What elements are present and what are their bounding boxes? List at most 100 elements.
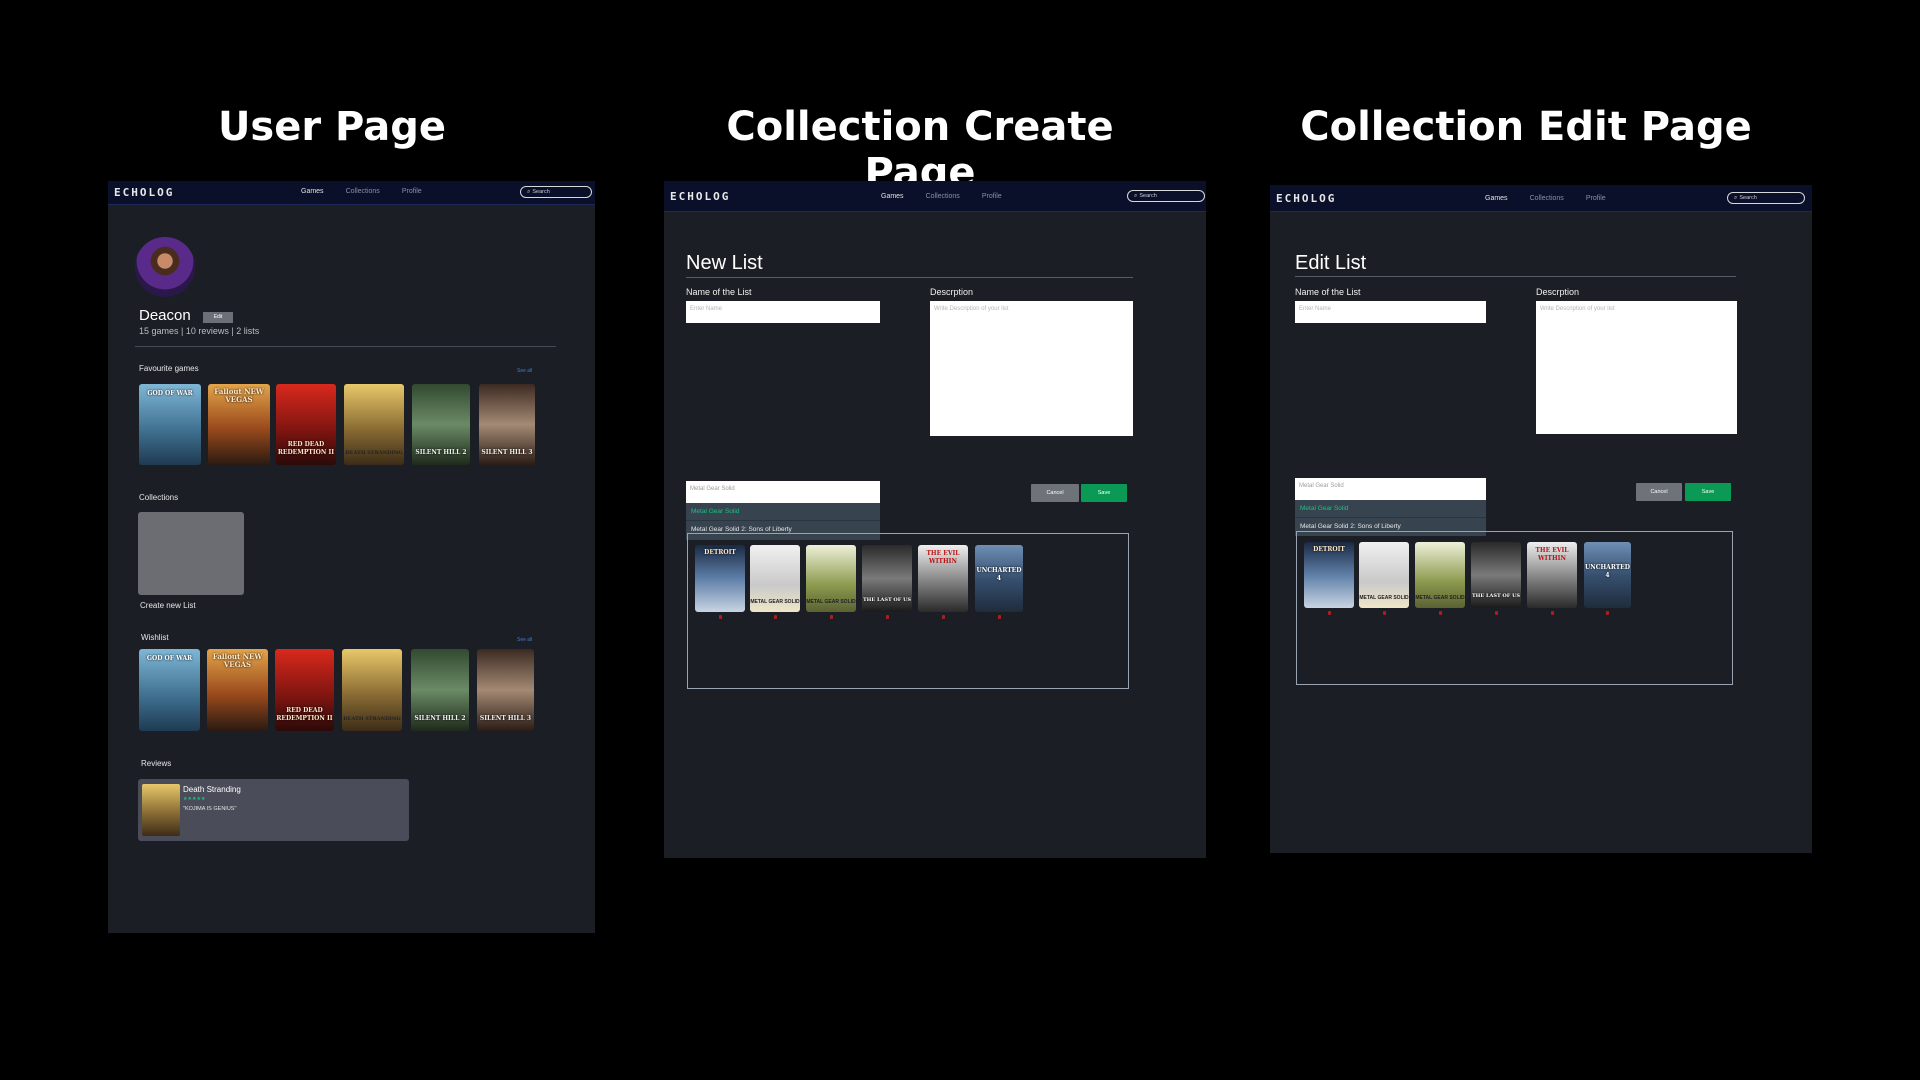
remove-detroit-icon[interactable] xyxy=(719,615,722,619)
list-cover-the-last-of-us[interactable]: THE LAST OF US xyxy=(1471,542,1521,608)
create-new-list-tile[interactable] xyxy=(138,512,244,595)
search-icon: ⌕ xyxy=(527,189,531,195)
description-textarea[interactable]: Write Description of your list xyxy=(930,301,1133,436)
navbar: ECHOLOG Games Collections Profile ⌕ Searc… xyxy=(1270,185,1812,212)
echolog-logo[interactable]: ECHOLOG xyxy=(1276,192,1336,205)
description-textarea[interactable]: Write Description of your list xyxy=(1536,301,1737,434)
list-cover-metal-gear-solid[interactable]: METAL GEAR SOLID xyxy=(750,545,800,612)
navbar: ECHOLOG Games Collections Profile ⌕ Searc… xyxy=(108,181,595,205)
wish-cover-god-of-war[interactable]: GOD OF WAR xyxy=(139,649,200,731)
game-search-input[interactable]: Metal Gear Solid xyxy=(686,481,880,503)
review-rating: ★★★★★ xyxy=(183,796,206,802)
save-button[interactable]: Save xyxy=(1685,483,1731,501)
collection-edit-heading: Collection Edit Page xyxy=(1300,104,1752,150)
list-cover-the-evil-within[interactable]: THE EVIL WITHIN xyxy=(918,545,968,612)
list-cover-detroit[interactable]: DETROIT xyxy=(1304,542,1354,608)
search-input[interactable]: ⌕ Search xyxy=(1127,190,1205,202)
fav-cover-red-dead-redemption-2[interactable]: RED DEAD REDEMPTION II xyxy=(276,384,336,465)
remove-uncharted-icon[interactable] xyxy=(1606,611,1609,615)
nav-profile[interactable]: Profile xyxy=(402,188,422,195)
remove-uncharted-icon[interactable] xyxy=(998,615,1001,619)
search-icon: ⌕ xyxy=(1734,195,1738,201)
description-label: Descrption xyxy=(930,287,974,297)
list-cover-detroit[interactable]: DETROIT xyxy=(695,545,745,612)
list-cover-metal-gear-solid[interactable]: METAL GEAR SOLID xyxy=(1359,542,1409,608)
wish-cover-death-stranding[interactable]: DEATH STRANDING xyxy=(342,649,402,731)
favourites-see-all-link[interactable]: See all xyxy=(517,368,532,374)
create-new-list-label[interactable]: Create new List xyxy=(140,601,196,610)
list-cover-uncharted-4[interactable]: UNCHARTED 4 xyxy=(1584,542,1631,608)
fav-cover-fallout-new-vegas[interactable]: Fallout NEW VEGAS xyxy=(208,384,270,465)
wish-cover-silent-hill-3[interactable]: SILENT HILL 3 xyxy=(477,649,534,731)
remove-mgs3-icon[interactable] xyxy=(1439,611,1442,615)
nav-collections[interactable]: Collections xyxy=(926,193,960,200)
fav-cover-silent-hill-2[interactable]: SILENT HILL 2 xyxy=(412,384,470,465)
name-label: Name of the List xyxy=(1295,287,1361,297)
remove-mgs-icon[interactable] xyxy=(774,615,777,619)
remove-tlou-icon[interactable] xyxy=(886,615,889,619)
wish-cover-silent-hill-2[interactable]: SILENT HILL 2 xyxy=(411,649,469,731)
list-cover-metal-gear-solid-3[interactable]: METAL GEAR SOLID xyxy=(1415,542,1465,608)
remove-detroit-icon[interactable] xyxy=(1328,611,1331,615)
remove-evil-within-icon[interactable] xyxy=(942,615,945,619)
list-name-input[interactable]: Enter Name xyxy=(686,301,880,323)
page-title: Edit List xyxy=(1295,252,1367,274)
dropdown-option-mgs[interactable]: Metal Gear Solid xyxy=(686,503,880,521)
list-cover-the-evil-within[interactable]: THE EVIL WITHIN xyxy=(1527,542,1577,608)
fav-cover-god-of-war[interactable]: GOD OF WAR xyxy=(139,384,201,465)
echolog-logo[interactable]: ECHOLOG xyxy=(670,190,730,203)
nav-games[interactable]: Games xyxy=(301,188,324,195)
nav-games[interactable]: Games xyxy=(1485,195,1508,202)
echolog-logo[interactable]: ECHOLOG xyxy=(114,186,174,199)
search-input[interactable]: ⌕ Search xyxy=(1727,192,1805,204)
name-label: Name of the List xyxy=(686,287,752,297)
user-page-heading: User Page xyxy=(217,104,447,150)
remove-evil-within-icon[interactable] xyxy=(1551,611,1554,615)
description-label: Descrption xyxy=(1536,287,1580,297)
profile-stats: 15 games | 10 reviews | 2 lists xyxy=(139,326,260,336)
wish-cover-red-dead-redemption-2[interactable]: RED DEAD REDEMPTION II xyxy=(275,649,334,731)
review-card[interactable]: Death Stranding ★★★★★ "KOJIMA IS GENIUS" xyxy=(138,779,409,841)
remove-tlou-icon[interactable] xyxy=(1495,611,1498,615)
review-cover-death-stranding xyxy=(142,784,180,836)
review-game-title: Death Stranding xyxy=(183,785,241,794)
list-cover-uncharted-4[interactable]: UNCHARTED 4 xyxy=(975,545,1023,612)
list-cover-the-last-of-us[interactable]: THE LAST OF US xyxy=(862,545,912,612)
profile-divider xyxy=(135,346,556,347)
remove-mgs3-icon[interactable] xyxy=(830,615,833,619)
review-text: "KOJIMA IS GENIUS" xyxy=(183,806,237,812)
title-divider xyxy=(686,277,1133,278)
page-title: New List xyxy=(686,252,763,274)
username: Deacon xyxy=(139,307,191,324)
cancel-button[interactable]: Cancel xyxy=(1636,483,1682,501)
fav-cover-silent-hill-3[interactable]: SILENT HILL 3 xyxy=(479,384,535,465)
collection-edit-panel: ECHOLOG Games Collections Profile ⌕ Searc… xyxy=(1270,185,1812,853)
wishlist-see-all-link[interactable]: See all xyxy=(517,637,532,643)
nav-collections[interactable]: Collections xyxy=(1530,195,1564,202)
title-divider xyxy=(1295,276,1736,277)
list-name-input[interactable]: Enter Name xyxy=(1295,301,1486,323)
navbar: ECHOLOG Games Collections Profile ⌕ Searc… xyxy=(664,181,1206,212)
cancel-button[interactable]: Cancel xyxy=(1031,484,1079,502)
fav-cover-death-stranding[interactable]: DEATH STRANDING xyxy=(344,384,404,465)
nav-profile[interactable]: Profile xyxy=(982,193,1002,200)
wish-cover-fallout-new-vegas[interactable]: Fallout NEW VEGAS xyxy=(207,649,268,731)
save-button[interactable]: Save xyxy=(1081,484,1127,502)
remove-mgs-icon[interactable] xyxy=(1383,611,1386,615)
list-cover-metal-gear-solid-3[interactable]: METAL GEAR SOLID xyxy=(806,545,856,612)
game-search-input[interactable]: Metal Gear Solid xyxy=(1295,478,1486,500)
nav-links: Games Collections Profile xyxy=(881,193,1002,200)
dropdown-option-mgs[interactable]: Metal Gear Solid xyxy=(1295,500,1486,518)
nav-games[interactable]: Games xyxy=(881,193,904,200)
wishlist-title: Wishlist xyxy=(141,633,169,642)
nav-links: Games Collections Profile xyxy=(1485,195,1606,202)
nav-profile[interactable]: Profile xyxy=(1586,195,1606,202)
nav-links: Games Collections Profile xyxy=(301,188,422,195)
reviews-title: Reviews xyxy=(141,759,172,768)
favourites-title: Favourite games xyxy=(139,364,199,373)
avatar[interactable] xyxy=(135,237,195,297)
search-input[interactable]: ⌕ Search xyxy=(520,186,592,198)
collections-title: Collections xyxy=(139,493,179,502)
nav-collections[interactable]: Collections xyxy=(346,188,380,195)
edit-profile-button[interactable]: Edit xyxy=(203,312,233,323)
